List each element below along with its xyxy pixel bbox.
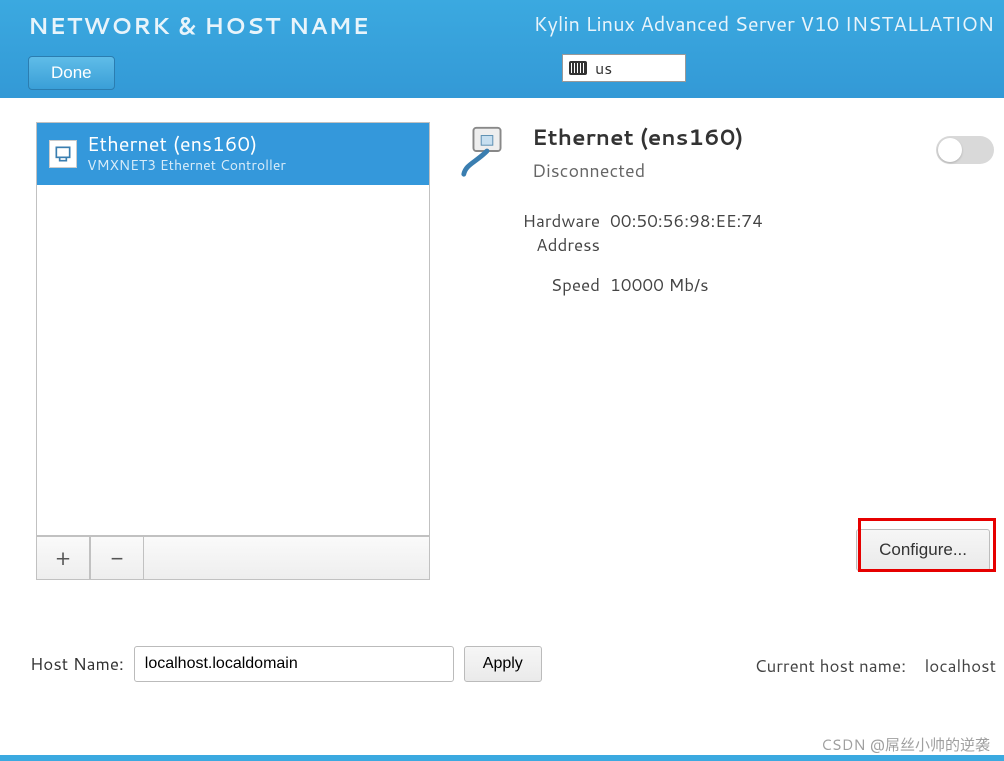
hw-address-value: 00:50:56:98:EE:74: [610, 209, 763, 257]
hostname-label: Host Name:: [30, 652, 124, 676]
installer-title: Kylin Linux Advanced Server V10 INSTALLA…: [534, 10, 994, 38]
apply-button[interactable]: Apply: [464, 646, 542, 682]
watermark-text: CSDN @屌丝小帅的逆袭: [821, 734, 990, 755]
add-device-button[interactable]: +: [36, 536, 90, 580]
device-detail-header: Ethernet (ens160) Disconnected: [458, 122, 996, 183]
hw-address-row: Hardware Address 00:50:56:98:EE:74: [458, 209, 996, 257]
current-hostname: Current host name: localhost: [754, 654, 996, 678]
hw-address-label: Hardware Address: [458, 209, 610, 257]
keyboard-layout-selector[interactable]: us: [562, 54, 686, 82]
speed-row: Speed 10000 Mb/s: [458, 273, 996, 297]
hostname-row: Host Name: Apply: [30, 646, 542, 682]
device-detail-column: Ethernet (ens160) Disconnected Hardware …: [458, 122, 1004, 580]
current-hostname-value: localhost: [925, 654, 996, 678]
device-title-block: Ethernet (ens160) Disconnected: [532, 122, 743, 183]
list-action-spacer: [144, 536, 430, 580]
network-device-controller: VMXNET3 Ethernet Controller: [87, 155, 286, 175]
ethernet-large-icon: [458, 122, 516, 180]
device-status: Disconnected: [532, 157, 743, 183]
remove-device-button[interactable]: −: [90, 536, 144, 580]
ethernet-icon: [49, 140, 77, 168]
header-bar: NETWORK & HOST NAME Done Kylin Linux Adv…: [0, 0, 1004, 98]
device-title: Ethernet (ens160): [532, 122, 743, 153]
speed-label: Speed: [458, 273, 610, 297]
done-button[interactable]: Done: [28, 56, 115, 90]
keyboard-icon: [569, 61, 587, 75]
current-hostname-label: Current host name:: [754, 654, 905, 678]
keyboard-layout-text: us: [595, 57, 612, 80]
configure-button[interactable]: Configure...: [856, 529, 990, 571]
network-device-list: Ethernet (ens160) VMXNET3 Ethernet Contr…: [36, 122, 430, 536]
network-list-column: Ethernet (ens160) VMXNET3 Ethernet Contr…: [36, 122, 430, 580]
list-action-bar: + −: [36, 536, 430, 580]
network-device-label: Ethernet (ens160): [87, 133, 286, 155]
hostname-input[interactable]: [134, 646, 454, 682]
device-properties: Hardware Address 00:50:56:98:EE:74 Speed…: [458, 209, 996, 297]
network-device-item[interactable]: Ethernet (ens160) VMXNET3 Ethernet Contr…: [37, 123, 429, 185]
connection-toggle[interactable]: [936, 136, 994, 164]
footer-accent: [0, 755, 1004, 761]
network-device-text: Ethernet (ens160) VMXNET3 Ethernet Contr…: [87, 133, 286, 175]
speed-value: 10000 Mb/s: [610, 273, 709, 297]
main-content: Ethernet (ens160) VMXNET3 Ethernet Contr…: [0, 98, 1004, 580]
